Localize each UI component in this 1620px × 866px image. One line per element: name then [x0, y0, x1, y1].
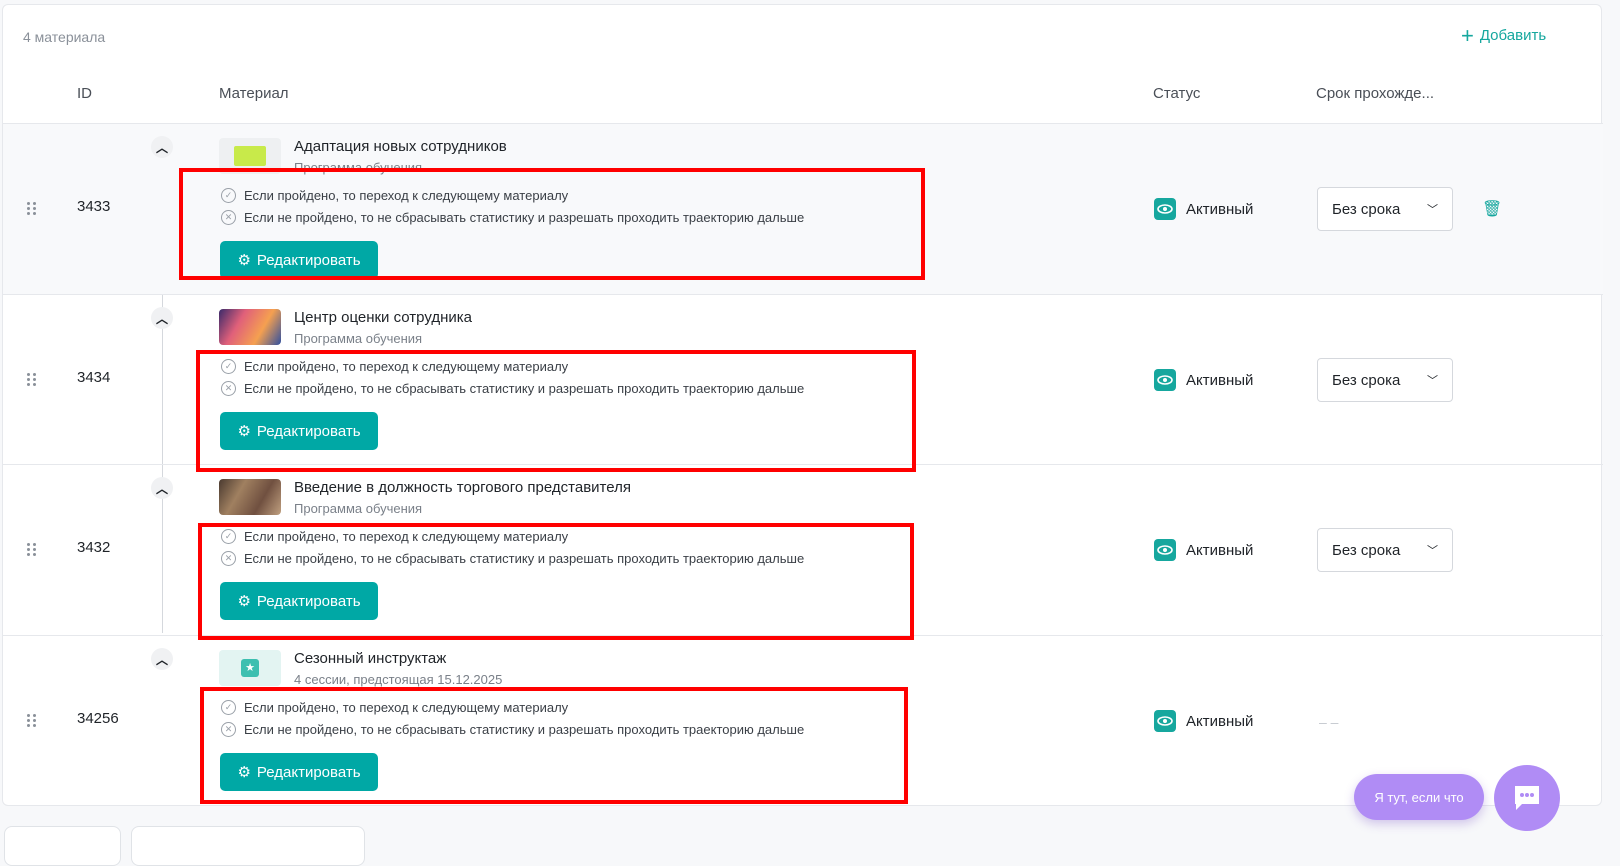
materials-count: 4 материала: [23, 29, 106, 45]
deadline-empty: – –: [1319, 714, 1339, 730]
plus-icon: +: [1461, 22, 1474, 48]
highlight-box: [179, 168, 925, 280]
deadline-value: Без срока: [1332, 371, 1401, 389]
material-subtitle: 4 сессии, предстоящая 15.12.2025: [294, 672, 503, 687]
chevron-down-icon: ﹀: [1427, 204, 1438, 216]
chevron-up-icon[interactable]: ︿: [151, 477, 173, 499]
material-thumbnail: ★: [219, 650, 281, 686]
material-title[interactable]: Центр оценки сотрудника: [294, 309, 472, 326]
drag-handle-icon[interactable]: [27, 373, 37, 386]
highlight-box: [196, 350, 916, 472]
status-text: Активный: [1186, 371, 1254, 389]
chevron-up-icon[interactable]: ︿: [151, 648, 173, 670]
chevron-up-icon[interactable]: ︿: [151, 307, 173, 329]
row-id: 3434: [77, 369, 111, 386]
material-subtitle: Программа обучения: [294, 331, 423, 346]
status-badge: Активный: [1154, 198, 1253, 220]
status-badge: Активный: [1154, 369, 1253, 391]
deadline-value: Без срока: [1332, 541, 1401, 559]
column-id: ID: [77, 85, 92, 102]
trash-icon[interactable]: 🗑: [1482, 199, 1502, 219]
deadline-select[interactable]: Без срока ﹀: [1317, 187, 1453, 231]
add-label: Добавить: [1479, 27, 1547, 44]
material-thumbnail: [219, 309, 281, 345]
status-text: Активный: [1186, 200, 1254, 218]
chevron-down-icon: ﹀: [1427, 375, 1438, 387]
drag-handle-icon[interactable]: [27, 202, 37, 215]
eye-icon[interactable]: [1154, 369, 1176, 391]
row-id: 34256: [77, 710, 119, 727]
eye-icon[interactable]: [1154, 539, 1176, 561]
eye-icon[interactable]: [1154, 198, 1176, 220]
deadline-select[interactable]: Без срока ﹀: [1317, 358, 1453, 402]
chat-hint[interactable]: Я тут, если что: [1354, 774, 1484, 820]
deadline-value: Без срока: [1332, 200, 1401, 218]
material-title[interactable]: Сезонный инструктаж: [294, 650, 446, 667]
row-id: 3433: [77, 198, 111, 215]
status-text: Активный: [1186, 712, 1254, 730]
drag-handle-icon[interactable]: [27, 543, 37, 556]
column-deadline: Срок прохожде...: [1316, 85, 1435, 102]
highlight-box: [198, 523, 914, 640]
eye-icon[interactable]: [1154, 710, 1176, 732]
status-badge: Активный: [1154, 710, 1253, 732]
material-title[interactable]: Введение в должность торгового представи…: [294, 479, 631, 496]
pagination[interactable]: [4, 826, 121, 866]
deadline-select[interactable]: Без срока ﹀: [1317, 528, 1453, 572]
material-title[interactable]: Адаптация новых сотрудников: [294, 138, 507, 155]
chevron-down-icon: ﹀: [1427, 545, 1438, 557]
column-status: Статус: [1153, 85, 1201, 102]
drag-handle-icon[interactable]: [27, 714, 37, 727]
highlight-box: [200, 687, 908, 804]
chat-button[interactable]: [1494, 765, 1560, 831]
page-size-select[interactable]: [131, 826, 365, 866]
material-thumbnail: [219, 479, 281, 515]
status-badge: Активный: [1154, 539, 1253, 561]
row-id: 3432: [77, 539, 111, 556]
chevron-up-icon[interactable]: ︿: [151, 136, 173, 158]
column-material: Материал: [219, 85, 289, 102]
add-button[interactable]: + Добавить: [1461, 22, 1547, 48]
status-text: Активный: [1186, 541, 1254, 559]
chat-icon: [1515, 786, 1539, 810]
material-subtitle: Программа обучения: [294, 501, 423, 516]
